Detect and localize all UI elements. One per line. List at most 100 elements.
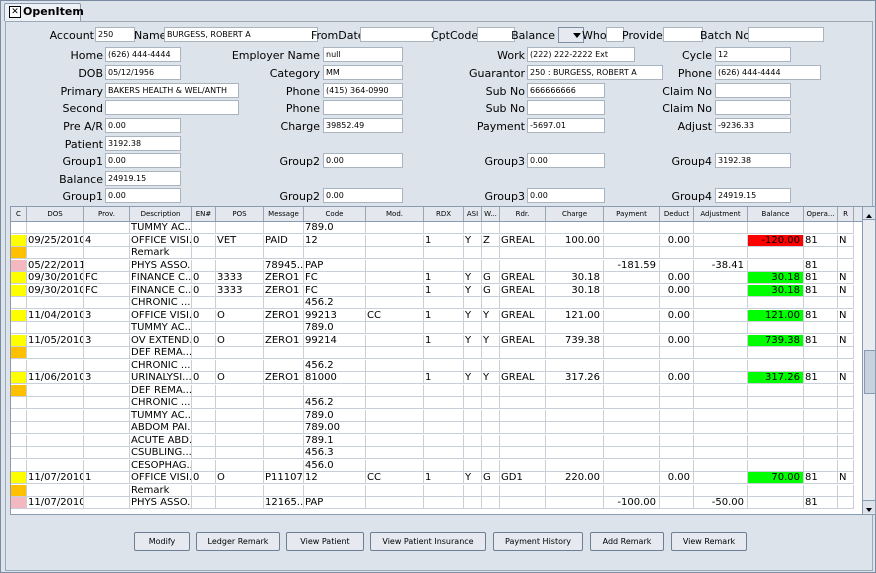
scrollbar-thumb[interactable]	[864, 350, 876, 394]
view-patient-button[interactable]: View Patient	[286, 532, 364, 551]
table-row[interactable]: 09/25/2010 4 OFFICE VISI... 0 VET PAID 12 1 Y Z GR…	[11, 234, 863, 247]
table-row[interactable]: TUMMY AC... 789.0	[11, 409, 863, 422]
col-mod-cell	[366, 422, 424, 434]
col-operator-cell	[804, 347, 838, 359]
col-description-header[interactable]: Description	[130, 207, 192, 221]
col-c-header[interactable]: C	[11, 207, 27, 221]
claim-no-field[interactable]	[715, 83, 791, 98]
table-row[interactable]: 11/04/2010 3 OFFICE VISI... 0 O ZERO1 99213 CC 1…	[11, 309, 863, 322]
group4-field[interactable]: 3192.38	[715, 153, 791, 168]
status-color-swatch	[11, 259, 27, 272]
table-row[interactable]: Remark	[11, 484, 863, 497]
primary-insurance-field[interactable]: BAKERS HEALTH & WEL/ANTH	[105, 83, 239, 98]
col-adjustment-header[interactable]: Adjustment	[694, 207, 748, 221]
vertical-scrollbar[interactable]	[862, 206, 876, 515]
col-rdx-header[interactable]: RDX	[424, 207, 464, 221]
table-row[interactable]: CESOPHAG... 456.0	[11, 459, 863, 472]
col-pos-header[interactable]: POS	[216, 207, 264, 221]
col-deduct-header[interactable]: Deduct	[660, 207, 694, 221]
patient-field[interactable]: 3192.38	[105, 136, 181, 151]
group3-total-field[interactable]: 0.00	[527, 188, 605, 203]
charge-field[interactable]: 39852.49	[323, 118, 403, 133]
payment-field[interactable]: -5697.01	[527, 118, 605, 133]
group2-field[interactable]: 0.00	[323, 153, 403, 168]
table-row[interactable]: DEF REMA...	[11, 347, 863, 359]
tab-openitem[interactable]: ✕ OpenItem	[4, 3, 84, 21]
col-message-header[interactable]: Message	[264, 207, 304, 221]
group3-field[interactable]: 0.00	[527, 153, 605, 168]
cptcode-field[interactable]	[477, 27, 515, 42]
work-phone-field[interactable]: (222) 222-2222 Ext	[527, 47, 635, 62]
col-message-cell: ZERO1	[264, 309, 304, 322]
add-remark-button[interactable]: Add Remark	[590, 532, 664, 551]
employer-name-field[interactable]: null	[323, 47, 403, 62]
col-mod-header[interactable]: Mod.	[366, 207, 424, 221]
table-row[interactable]: 11/06/2010 3 URINALYSI... 0 O ZERO1 81000 1 Y Y GR…	[11, 372, 863, 384]
table-row[interactable]: CSUBLING... 456.3	[11, 447, 863, 459]
employer-phone-field[interactable]: (415) 364-0990	[323, 83, 403, 98]
table-row[interactable]: TUMMY AC... 789.0	[11, 222, 863, 234]
table-row[interactable]: ABDOM PAI... 789.00	[11, 422, 863, 434]
payment-history-button[interactable]: Payment History	[493, 532, 583, 551]
arrow-up-icon	[866, 214, 872, 218]
fromdate-field[interactable]	[360, 27, 434, 42]
view-remark-button[interactable]: View Remark	[671, 532, 747, 551]
table-row[interactable]: 09/30/2010 FC FINANCE C... 0 3333 ZERO1 FC 1 Y G G…	[11, 284, 863, 297]
table-row[interactable]: CHRONIC ... 456.2	[11, 359, 863, 372]
batch-field[interactable]	[748, 27, 824, 42]
col-asi-header[interactable]: ASI	[464, 207, 482, 221]
guarantor-phone-field[interactable]: (626) 444-4444	[715, 65, 821, 80]
balance-filter-dropdown[interactable]	[558, 27, 584, 43]
table-row[interactable]: CHRONIC ... 456.2	[11, 297, 863, 309]
pre-ar-field[interactable]: 0.00	[105, 118, 181, 133]
dob-field[interactable]: 05/12/1956	[105, 65, 181, 80]
col-operator-header[interactable]: Opera...	[804, 207, 838, 221]
col-prov-cell	[84, 497, 130, 509]
table-row[interactable]: 11/05/20103OV EXTEND...0OZERO1992141YYGR…	[11, 334, 863, 347]
table-row[interactable]: Remark	[11, 247, 863, 259]
view-patient-insurance-button[interactable]: View Patient Insurance	[370, 532, 486, 551]
category-field[interactable]: MM	[323, 65, 403, 80]
table-row[interactable]: TUMMY AC... 789.0	[11, 322, 863, 334]
table-row[interactable]: 11/07/2010 1 OFFICE VISI... 0 O P11107 12 CC 1 Y G…	[11, 472, 863, 484]
sub-no-field[interactable]: 666666666	[527, 83, 605, 98]
phone-2-field[interactable]	[323, 100, 403, 115]
col-w-header[interactable]: W...	[482, 207, 500, 221]
table-row[interactable]: CHRONIC ... 456.2	[11, 397, 863, 409]
group1-field[interactable]: 0.00	[105, 153, 181, 168]
name-field[interactable]: BURGESS, ROBERT A	[164, 27, 318, 42]
modify-button[interactable]: Modify	[134, 532, 190, 551]
table-row[interactable]: ACUTE ABD... 789.1	[11, 434, 863, 447]
scroll-up-button[interactable]	[863, 207, 875, 220]
group4-total-field[interactable]: 24919.15	[715, 188, 791, 203]
col-en-header[interactable]: EN#	[192, 207, 216, 221]
col-dos-header[interactable]: DOS	[27, 207, 84, 221]
second-insurance-field[interactable]	[105, 100, 239, 115]
claim-no-2-field[interactable]	[715, 100, 791, 115]
col-prov-header[interactable]: Prov.	[84, 207, 130, 221]
table-row[interactable]: 05/22/2011 PHYS ASSO... 78945... PAP -181.59…	[11, 259, 863, 272]
cycle-field[interactable]: 12	[715, 47, 791, 62]
home-phone-field[interactable]: (626) 444-4444	[105, 47, 181, 62]
col-rdr-header[interactable]: Rdr.	[500, 207, 546, 221]
col-dos-cell: 11/07/2010	[27, 497, 84, 509]
table-row[interactable]: 11/07/2010 PHYS ASSO... 12165... PAP -100.00…	[11, 497, 863, 509]
col-code-cell: 99214	[304, 334, 366, 347]
sub-no-2-field[interactable]	[527, 100, 605, 115]
group1-total-field[interactable]: 0.00	[105, 188, 181, 203]
table-row[interactable]: 09/30/2010 FC FINANCE C... 0 3333 ZERO1 FC 1 Y G G…	[11, 272, 863, 284]
balance-field[interactable]: 24919.15	[105, 171, 181, 186]
group2-total-field[interactable]: 0.00	[323, 188, 403, 203]
ledger-remark-button[interactable]: Ledger Remark	[196, 532, 280, 551]
col-balance-header[interactable]: Balance	[748, 207, 804, 221]
col-r-header[interactable]: R	[838, 207, 854, 221]
account-field[interactable]: 250	[95, 27, 135, 42]
provider-field[interactable]	[663, 27, 703, 42]
scroll-down-button[interactable]	[863, 500, 875, 513]
col-payment-header[interactable]: Payment	[604, 207, 660, 221]
table-row[interactable]: DEF REMA...	[11, 384, 863, 397]
close-icon[interactable]: ✕	[9, 6, 21, 18]
col-charge-header[interactable]: Charge	[546, 207, 604, 221]
col-code-header[interactable]: Code	[304, 207, 366, 221]
adjust-field[interactable]: -9236.33	[715, 118, 791, 133]
